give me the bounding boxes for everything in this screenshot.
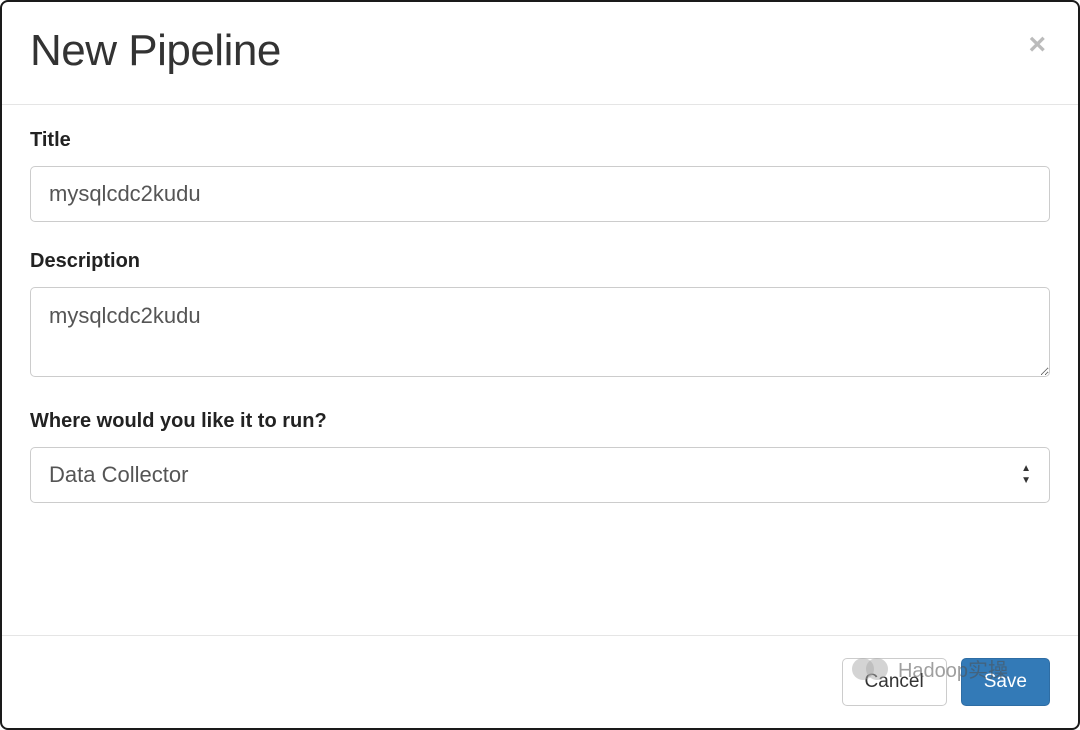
cancel-button[interactable]: Cancel: [842, 658, 947, 706]
title-label: Title: [30, 129, 1050, 152]
select-arrows-icon: ▲▼: [1003, 464, 1049, 486]
run-select-value: Data Collector: [31, 448, 1003, 502]
run-select[interactable]: Data Collector ▲▼: [30, 447, 1050, 503]
save-button[interactable]: Save: [961, 658, 1050, 706]
modal-footer: Cancel Save: [2, 635, 1078, 728]
description-group: Description mysqlcdc2kudu: [30, 250, 1050, 382]
close-icon[interactable]: ×: [1024, 26, 1050, 64]
new-pipeline-modal: New Pipeline × Title Description mysqlcd…: [0, 0, 1080, 730]
title-input[interactable]: [30, 166, 1050, 222]
title-group: Title: [30, 129, 1050, 222]
description-label: Description: [30, 250, 1050, 273]
modal-body: Title Description mysqlcdc2kudu Where wo…: [2, 105, 1078, 635]
run-label: Where would you like it to run?: [30, 410, 1050, 433]
description-input[interactable]: mysqlcdc2kudu: [30, 287, 1050, 377]
modal-header: New Pipeline ×: [2, 2, 1078, 105]
run-group: Where would you like it to run? Data Col…: [30, 410, 1050, 503]
modal-title: New Pipeline: [30, 26, 281, 76]
